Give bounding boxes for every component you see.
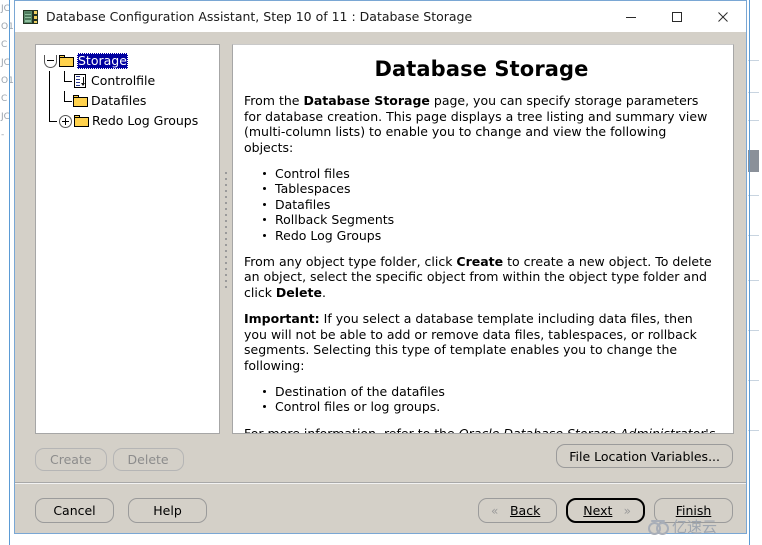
para2-post: . — [321, 284, 326, 300]
nav-separator — [15, 482, 746, 484]
bg-line: O1 — [1, 76, 14, 86]
minimize-button[interactable] — [608, 1, 654, 32]
database-icon — [23, 9, 39, 25]
bg-line: JC — [1, 58, 10, 68]
title-bar: Database Configuration Assistant, Step 1… — [15, 1, 746, 32]
list-item: Redo Log Groups — [263, 228, 719, 243]
important-label: Important: — [244, 311, 320, 327]
tree-node-label: Controlfile — [91, 73, 156, 88]
cancel-button[interactable]: Cancel — [35, 498, 114, 523]
description-paragraph-1: From the Database Storage page, you can … — [244, 93, 719, 155]
list-item: Datafiles — [263, 197, 719, 212]
background-accent-line-right — [749, 0, 750, 545]
para2-bold-create: Create — [456, 254, 504, 270]
window-controls — [608, 1, 746, 32]
watermark: 亿速云 — [648, 516, 717, 537]
divider-grip — [225, 172, 228, 292]
tree-node-storage[interactable]: Storage — [42, 51, 219, 71]
description-content: Database Storage From the Database Stora… — [233, 45, 733, 434]
close-button[interactable] — [700, 1, 746, 32]
folder-icon — [72, 93, 89, 109]
background-right-strip — [745, 0, 762, 545]
tree-node-controlfile[interactable]: Controlfile — [42, 71, 219, 91]
storage-tree: Storage Controlfile Datafiles Redo Log G… — [36, 45, 219, 131]
bg-line: JC — [1, 4, 10, 14]
expander-plus-icon[interactable] — [57, 113, 73, 129]
controlfile-icon — [72, 73, 89, 89]
para4-pre: For more information, refer to the — [244, 425, 459, 434]
split-pane: Storage Controlfile Datafiles Redo Log G… — [23, 40, 738, 439]
cloud-logo-icon — [648, 519, 669, 535]
chevron-right-icon: » — [623, 503, 631, 518]
maximize-icon — [672, 11, 682, 22]
bg-line: - — [1, 130, 5, 140]
description-paragraph-important: Important: If you select a database temp… — [244, 311, 719, 373]
back-button-label: Back — [509, 503, 541, 518]
tree-node-label: Datafiles — [91, 93, 147, 108]
bg-line: C — [1, 40, 8, 50]
background-left-text-strip: JC O1 C JC O1 C JC - — [0, 0, 14, 545]
para2-pre: From any object type folder, click — [244, 254, 457, 270]
minimize-icon — [626, 16, 636, 18]
split-pane-divider[interactable] — [222, 44, 231, 434]
list-item: Control files — [263, 166, 719, 181]
tree-node-redo-log-groups[interactable]: Redo Log Groups — [42, 111, 219, 131]
background-accent-line-left — [9, 0, 10, 545]
tree-node-label: Redo Log Groups — [92, 113, 199, 128]
para1-pre: From the — [244, 93, 304, 109]
window-title: Database Configuration Assistant, Step 1… — [46, 9, 473, 24]
description-panel: Database Storage From the Database Stora… — [232, 44, 734, 434]
next-button[interactable]: Next » — [566, 498, 645, 523]
object-actions-row: Create Delete — [35, 446, 184, 472]
bg-line: JC — [1, 112, 10, 122]
description-paragraph-2: From any object type folder, click Creat… — [244, 254, 719, 300]
list-item: Control files or log groups. — [263, 399, 719, 414]
bg-line: C — [1, 94, 8, 104]
object-types-list: Control files Tablespaces Datafiles Roll… — [244, 166, 719, 243]
file-location-variables-button[interactable]: File Location Variables... — [556, 444, 733, 468]
list-item: Rollback Segments — [263, 212, 719, 227]
page-title: Database Storage — [374, 57, 589, 81]
list-item: Tablespaces — [263, 181, 719, 196]
delete-button[interactable]: Delete — [112, 447, 184, 471]
dialog-window: Database Configuration Assistant, Step 1… — [14, 0, 747, 534]
chevron-left-icon: « — [491, 503, 499, 518]
watermark-text: 亿速云 — [672, 518, 718, 536]
bg-line: O1 — [1, 22, 14, 32]
tree-node-datafiles[interactable]: Datafiles — [42, 91, 219, 111]
description-paragraph-4: For more information, refer to the Oracl… — [244, 425, 719, 434]
help-button[interactable]: Help — [128, 498, 207, 523]
folder-icon — [73, 113, 90, 129]
file-location-variables-row: File Location Variables... — [556, 444, 733, 468]
dialog-client-area: Storage Controlfile Datafiles Redo Log G… — [15, 32, 746, 533]
changeable-items-list: Destination of the datafiles Control fil… — [244, 384, 719, 415]
para2-bold-delete: Delete — [275, 284, 322, 300]
next-button-label: Next — [583, 503, 613, 518]
storage-tree-panel[interactable]: Storage Controlfile Datafiles Redo Log G… — [35, 44, 220, 434]
tree-node-label: Storage — [77, 53, 128, 69]
list-item: Destination of the datafiles — [263, 384, 719, 399]
navigation-bar: Cancel Help « Back Next » Finish — [15, 487, 746, 535]
expander-minus-icon[interactable] — [42, 53, 58, 69]
create-button[interactable]: Create — [35, 447, 107, 471]
back-button[interactable]: « Back — [478, 498, 557, 523]
nav-left-group: Cancel Help — [35, 498, 207, 523]
maximize-button[interactable] — [654, 1, 700, 32]
close-icon — [718, 11, 728, 22]
para1-bold: Database Storage — [303, 93, 430, 109]
folder-icon — [58, 53, 75, 69]
